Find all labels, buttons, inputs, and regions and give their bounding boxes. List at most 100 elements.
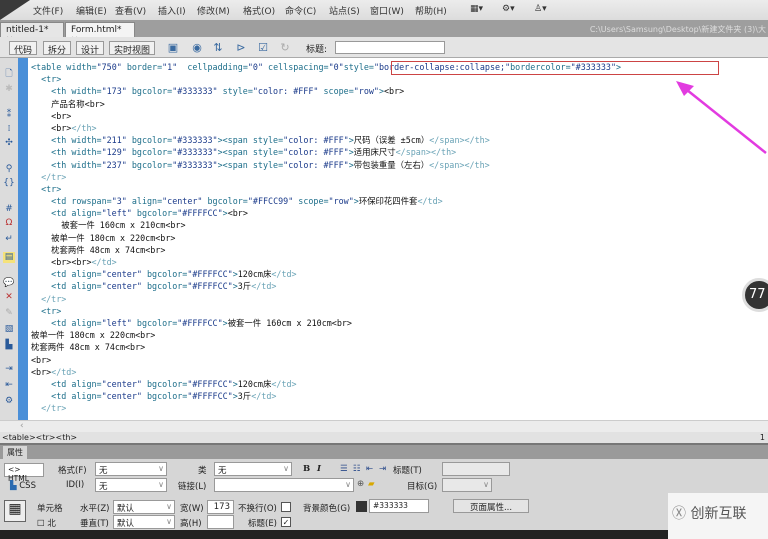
outdent-code-icon[interactable]: ⇤: [3, 380, 15, 391]
id-select[interactable]: 无 ∨: [95, 478, 167, 492]
bg-color-input[interactable]: #333333: [369, 499, 429, 513]
scroll-left-icon[interactable]: ‹: [20, 421, 24, 431]
tab-form-html[interactable]: Form.html* ×: [65, 22, 135, 45]
menu-item[interactable]: 格式(O): [243, 4, 275, 17]
refresh-icon[interactable]: ↻: [278, 41, 292, 54]
coding-toolbar: 🗋 ✱ ⁑ ⁞ ✣ ⚲ {} # Ω ↵ ▤ 💬 ✕ ✎ ▧ ▙ ⇥ ⇤ ⚙: [0, 58, 18, 420]
show-code-navigator-icon[interactable]: ✱: [3, 84, 15, 95]
debug-icon[interactable]: ⊳: [234, 41, 248, 54]
vert-value: 默认: [117, 519, 135, 529]
bold-button[interactable]: B: [303, 464, 310, 474]
tab-label: ntitled-1*: [6, 25, 49, 35]
word-wrap-icon[interactable]: ↵: [3, 234, 15, 245]
gear-icon[interactable]: ⚙▾: [502, 4, 515, 14]
browser-preview-icon[interactable]: ◉: [190, 41, 204, 54]
multiscreen-icon[interactable]: ▣: [166, 41, 180, 54]
browse-folder-icon[interactable]: ▰: [368, 479, 375, 489]
file-manage-icon[interactable]: ⇅: [211, 41, 225, 54]
bg-color-swatch[interactable]: [356, 501, 367, 512]
target-select[interactable]: ∨: [442, 478, 492, 492]
link-input[interactable]: ∨: [214, 478, 354, 492]
move-css-icon[interactable]: ▙: [3, 340, 15, 351]
select-parent-tag-icon[interactable]: ⚲: [3, 164, 15, 175]
menu-item[interactable]: 命令(C): [285, 4, 316, 17]
ordered-list-icon[interactable]: ☷: [353, 464, 361, 474]
css-label: CSS: [19, 481, 36, 491]
page-properties-button[interactable]: 页面属性...: [453, 499, 529, 513]
layout-icon[interactable]: ▦▾: [470, 4, 483, 14]
badge: 77: [742, 278, 768, 312]
code-line: <br>: [51, 110, 72, 121]
properties-header: 属性: [0, 445, 768, 459]
remove-comment-icon[interactable]: ✕: [3, 292, 15, 303]
title-attr-input[interactable]: [442, 462, 510, 476]
status-bar: <table><tr><th> 1: [0, 432, 768, 445]
class-select[interactable]: 无 ∨: [214, 462, 292, 476]
visual-aids-icon[interactable]: ☑: [256, 41, 270, 54]
logo-text: 创新互联: [690, 506, 747, 522]
code-editor[interactable]: <table width="750" border="1" cellpaddin…: [28, 58, 768, 420]
width-input[interactable]: 173: [207, 500, 234, 514]
format-source-icon[interactable]: ⚙: [3, 396, 15, 407]
tag-selector[interactable]: <table><tr><th>: [2, 433, 77, 442]
menu-item[interactable]: 帮助(H): [415, 4, 447, 17]
code-line: 被单一件 180cm x 220cm<br>: [31, 330, 156, 341]
indent-icon[interactable]: ⇥: [379, 464, 386, 474]
menu-item[interactable]: 插入(I): [158, 4, 186, 17]
height-input[interactable]: [207, 515, 234, 529]
balance-braces-icon[interactable]: {}: [3, 178, 15, 189]
line-numbers-icon[interactable]: #: [3, 204, 15, 215]
properties-panel: 属性 <> HTML ▙ CSS 格式(F) 无 ∨ ID(I) 无 ∨ 类 无 ∨ …: [0, 445, 768, 539]
css-icon: ▙: [10, 481, 17, 491]
format-select[interactable]: 无 ∨: [95, 462, 167, 476]
syntax-coloring-icon[interactable]: ▤: [3, 252, 15, 263]
vert-select[interactable]: 默认 ∨: [113, 515, 175, 529]
apply-comment-icon[interactable]: 💬: [3, 278, 15, 289]
code-line: 被单一件 180cm x 220cm<br>: [31, 232, 176, 243]
menu-item[interactable]: 编辑(E): [76, 4, 107, 17]
recent-snippets-icon[interactable]: ▧: [3, 324, 15, 335]
split-view-button[interactable]: 拆分: [43, 41, 72, 56]
indent-code-icon[interactable]: ⇥: [3, 364, 15, 375]
tab-untitled[interactable]: ntitled-1* ×: [0, 22, 64, 45]
nowrap-checkbox[interactable]: [281, 502, 291, 512]
cell-icon: ▦: [4, 500, 26, 522]
site-icon[interactable]: ♙▾: [534, 4, 547, 14]
html-mode-button[interactable]: <> HTML: [4, 463, 44, 483]
collapse-tag-icon[interactable]: ⁑: [3, 110, 15, 121]
point-to-file-icon[interactable]: ⊕: [357, 479, 364, 489]
height-label: 高(H): [180, 519, 202, 529]
code-line: <td align="center" bgcolor="#FFFFCC">3斤<…: [51, 281, 277, 292]
horz-select[interactable]: 默认 ∨: [113, 500, 175, 514]
code-line: <td align="center" bgcolor="#FFFFCC">3斤<…: [51, 391, 277, 402]
menu-item[interactable]: 文件(F): [33, 4, 63, 17]
menu-item[interactable]: 站点(S): [329, 4, 360, 17]
properties-tab[interactable]: 属性: [3, 446, 27, 459]
wrap-tag-icon[interactable]: ✎: [3, 308, 15, 319]
code-view-button[interactable]: 代码: [9, 41, 38, 56]
code-line: <th width="237" bgcolor="#333333"><span …: [51, 159, 490, 170]
unordered-list-icon[interactable]: ☰: [340, 464, 348, 474]
open-documents-icon[interactable]: 🗋: [3, 66, 15, 79]
merge-cells-button[interactable]: ☐ 北: [37, 517, 56, 529]
horizontal-scrollbar[interactable]: ‹: [0, 420, 768, 432]
header-checkbox[interactable]: ✓: [281, 517, 291, 527]
css-mode-button[interactable]: ▙ CSS: [10, 481, 36, 491]
expand-all-icon[interactable]: ✣: [3, 138, 15, 149]
collapse-selection-icon[interactable]: ⁞: [3, 124, 15, 135]
live-view-button[interactable]: 实时视图: [109, 41, 156, 56]
class-value: 无: [218, 466, 227, 476]
code-line: </tr>: [41, 403, 67, 414]
outdent-icon[interactable]: ⇤: [366, 464, 373, 474]
id-value: 无: [99, 482, 108, 492]
code-line: 枕套两件 48cm x 74cm<br>: [31, 342, 146, 353]
title-input[interactable]: [335, 41, 445, 54]
highlight-invalid-icon[interactable]: Ω: [3, 218, 15, 229]
design-view-button[interactable]: 设计: [76, 41, 105, 56]
menu-item[interactable]: 窗口(W): [370, 4, 404, 17]
code-line: <br></td>: [31, 366, 77, 377]
italic-button[interactable]: I: [317, 464, 321, 474]
horz-value: 默认: [117, 504, 135, 514]
menu-item[interactable]: 修改(M): [197, 4, 230, 17]
menu-item[interactable]: 查看(V): [115, 4, 146, 17]
